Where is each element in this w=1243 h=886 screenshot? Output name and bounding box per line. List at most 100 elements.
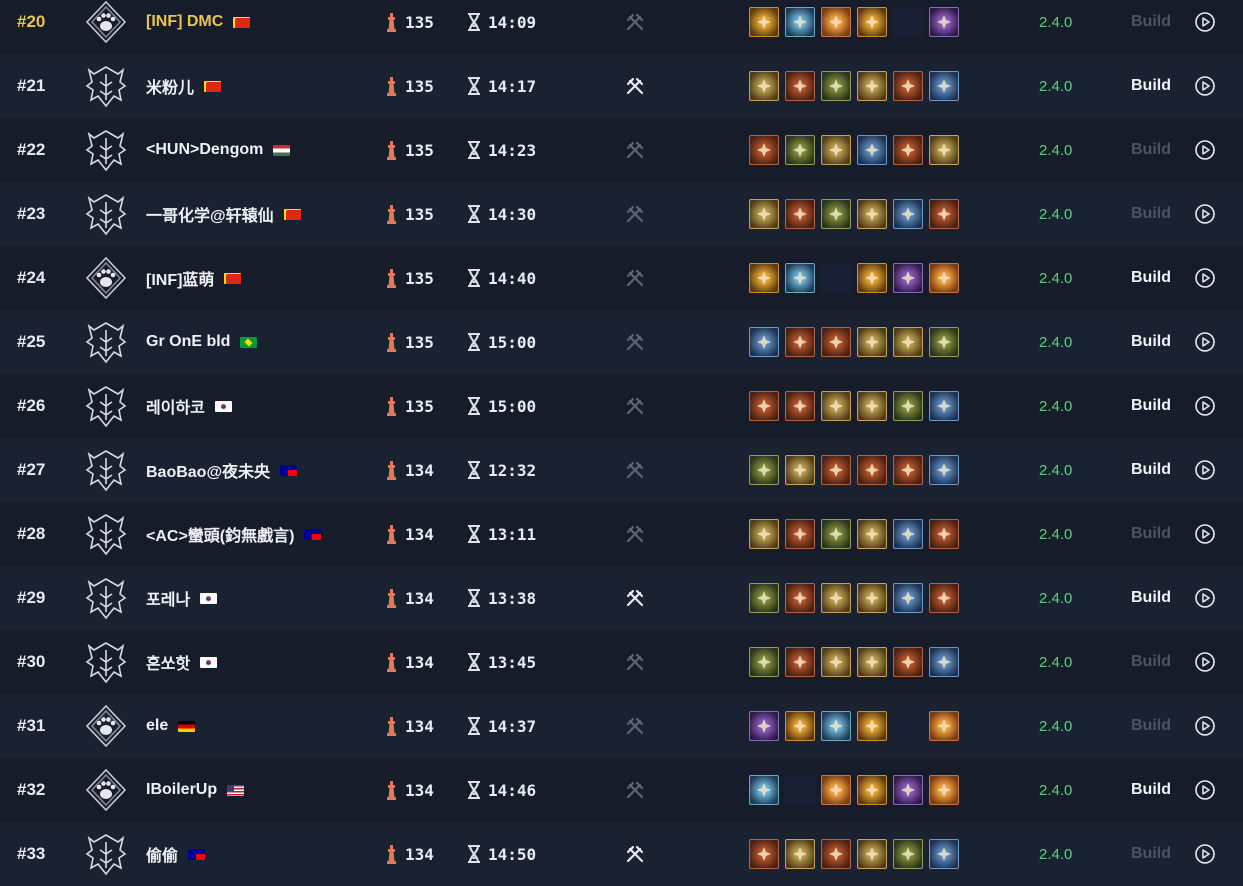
crossed-weapons-icon — [626, 397, 644, 415]
player-name[interactable]: IBoilerUp — [146, 758, 245, 822]
player-name[interactable]: 포레나 — [146, 566, 218, 630]
skill-icon — [821, 199, 851, 229]
skill-glyph-icon — [757, 847, 771, 861]
skill-icon — [821, 839, 851, 869]
build-button[interactable]: Build — [1131, 310, 1171, 374]
skill-set — [749, 630, 959, 694]
time-cell: 15:00 — [466, 374, 536, 438]
tower-icon — [387, 780, 396, 800]
skill-icon — [785, 199, 815, 229]
player-name[interactable]: 혼쏘핫 — [146, 630, 218, 694]
play-video-button[interactable] — [1194, 118, 1216, 182]
time-cell: 14:46 — [466, 758, 536, 822]
play-video-button[interactable] — [1194, 374, 1216, 438]
tier-value: 135 — [405, 268, 434, 288]
class-crest — [84, 54, 128, 118]
play-circle-icon — [1195, 12, 1215, 32]
skill-set — [749, 566, 959, 630]
skill-icon — [821, 391, 851, 421]
play-video-button[interactable] — [1194, 630, 1216, 694]
crossed-weapons-icon — [626, 141, 644, 159]
hourglass-icon — [468, 141, 480, 159]
tower-icon — [387, 844, 396, 864]
player-name[interactable]: [INF]蓝萌 — [146, 246, 242, 310]
crossed-weapons-icon — [626, 269, 644, 287]
build-button[interactable]: Build — [1131, 630, 1171, 694]
rank: #31 — [17, 716, 46, 735]
play-video-button[interactable] — [1194, 182, 1216, 246]
play-video-button[interactable] — [1194, 822, 1216, 886]
play-video-button[interactable] — [1194, 566, 1216, 630]
skill-icon — [893, 135, 923, 165]
skill-glyph-icon — [757, 719, 771, 733]
build-button[interactable]: Build — [1131, 118, 1171, 182]
skill-icon — [929, 263, 959, 293]
player-name[interactable]: <HUN>Dengom — [146, 118, 291, 182]
tower-icon — [387, 652, 396, 672]
build-button[interactable]: Build — [1131, 694, 1171, 758]
skill-glyph-icon — [937, 591, 951, 605]
skill-icon — [893, 839, 923, 869]
skill-icon — [857, 263, 887, 293]
build-button[interactable]: Build — [1131, 502, 1171, 566]
player-name[interactable]: 偷偷 — [146, 822, 206, 886]
play-video-button[interactable] — [1194, 246, 1216, 310]
hardcore-cell — [624, 246, 646, 310]
tower-icon — [387, 524, 396, 544]
play-video-button[interactable] — [1194, 758, 1216, 822]
play-video-button[interactable] — [1194, 0, 1216, 54]
play-video-button[interactable] — [1194, 310, 1216, 374]
player-name[interactable]: ele — [146, 694, 196, 758]
skill-glyph-icon — [937, 719, 951, 733]
build-button[interactable]: Build — [1131, 374, 1171, 438]
skill-glyph-icon — [793, 719, 807, 733]
player-name[interactable]: BaoBao@夜未央 — [146, 438, 298, 502]
build-button[interactable]: Build — [1131, 0, 1171, 54]
skill-icon — [857, 135, 887, 165]
game-version: 2.4.0 — [1039, 13, 1073, 31]
tower-icon — [387, 76, 396, 96]
build-button[interactable]: Build — [1131, 438, 1171, 502]
hourglass-icon — [468, 845, 480, 863]
player-name[interactable]: <AC>蠻頭(鈞無戲言) — [146, 502, 322, 566]
build-button[interactable]: Build — [1131, 182, 1171, 246]
time-value: 14:50 — [488, 844, 537, 864]
play-video-button[interactable] — [1194, 438, 1216, 502]
skill-glyph-icon — [793, 335, 807, 349]
demon-crest-icon — [85, 834, 127, 876]
time-value: 14:37 — [488, 716, 537, 736]
build-button[interactable]: Build — [1131, 758, 1171, 822]
skill-icon — [821, 135, 851, 165]
player-name[interactable]: Gr OnE bld — [146, 310, 258, 374]
player-name[interactable]: 一哥化学@轩辕仙 — [146, 182, 301, 246]
table-row: #22 <HUN>Dengom 135 14:23 2.4.0 Build — [0, 118, 1243, 182]
play-video-button[interactable] — [1194, 54, 1216, 118]
skill-glyph-icon — [793, 271, 807, 285]
skill-icon — [821, 455, 851, 485]
time-value: 13:45 — [488, 652, 537, 672]
hardcore-cell — [624, 630, 646, 694]
build-button[interactable]: Build — [1131, 54, 1171, 118]
skill-icon — [785, 583, 815, 613]
rank: #33 — [17, 844, 46, 863]
build-button[interactable]: Build — [1131, 822, 1171, 886]
skill-glyph-icon — [937, 143, 951, 157]
country-flag-icon — [188, 848, 206, 860]
player-name[interactable]: [INF] DMC — [146, 0, 251, 54]
class-crest — [84, 566, 128, 630]
time-cell: 14:17 — [466, 54, 536, 118]
player-name[interactable]: 레이하코 — [146, 374, 232, 438]
skill-icon — [821, 583, 851, 613]
build-button[interactable]: Build — [1131, 246, 1171, 310]
skill-glyph-icon — [757, 463, 771, 477]
player-name[interactable]: 米粉儿 — [146, 54, 222, 118]
demon-crest-icon — [85, 386, 127, 428]
table-row: #20 [INF] DMC 135 14:09 2.4.0 Build — [0, 0, 1243, 54]
skill-icon — [749, 711, 779, 741]
skill-set — [749, 0, 959, 54]
play-video-button[interactable] — [1194, 694, 1216, 758]
time-cell: 13:11 — [466, 502, 536, 566]
build-button[interactable]: Build — [1131, 566, 1171, 630]
play-video-button[interactable] — [1194, 502, 1216, 566]
skill-glyph-icon — [757, 527, 771, 541]
